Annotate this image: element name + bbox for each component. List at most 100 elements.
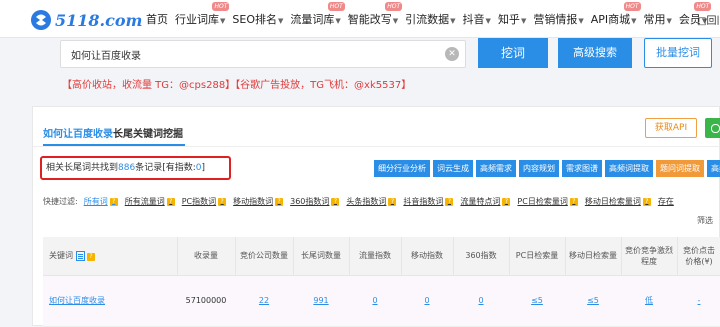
filter-item-1[interactable]: 所有流量词? <box>125 196 175 207</box>
search-input[interactable] <box>61 41 441 67</box>
filter-item-5[interactable]: 头条指数词? <box>346 196 397 207</box>
column-header-2[interactable]: 竞价公司数量 <box>235 237 294 276</box>
cell-value[interactable]: 22 <box>259 296 269 305</box>
column-header-10[interactable]: 竞价点击价格(¥) <box>677 237 720 276</box>
help-icon[interactable]: ? <box>218 197 227 206</box>
action-button-7[interactable]: 高频 <box>707 160 720 177</box>
nav-item-6[interactable]: 抖音▼ <box>463 11 491 27</box>
filter-item-7[interactable]: 流量特点词? <box>460 196 511 207</box>
filter-item-label: 抖音指数词 <box>403 197 444 206</box>
filter-item-9[interactable]: 移动日检索量词? <box>585 196 651 207</box>
column-header-9[interactable]: 竞价竞争激烈程度 <box>621 237 678 276</box>
cell-value[interactable]: 0 <box>372 296 377 305</box>
cell-competition[interactable]: 低 <box>621 275 677 327</box>
action-button-0[interactable]: 细分行业分析 <box>374 160 430 177</box>
cell-traffic-index[interactable]: 0 <box>349 275 401 327</box>
clear-icon[interactable]: ✕ <box>445 47 459 61</box>
cell-value[interactable]: ≤5 <box>587 296 599 305</box>
cell-mobile-daily[interactable]: ≤5 <box>565 275 621 327</box>
filter-item-0[interactable]: 所有词? <box>84 196 118 207</box>
help-icon[interactable]: ? <box>502 197 511 206</box>
panel-title[interactable]: 如何让百度收录长尾关键词挖掘 <box>43 125 183 140</box>
action-button-2[interactable]: 高频需求 <box>476 160 516 177</box>
column-header-7[interactable]: PC日检索量 <box>509 237 566 276</box>
list-icon[interactable] <box>76 250 85 261</box>
cell-value[interactable]: 0 <box>424 296 429 305</box>
column-header-4[interactable]: 流量指数 <box>349 237 402 276</box>
wechat-icon[interactable] <box>705 118 720 138</box>
analysis-actions: 细分行业分析词云生成高频需求内容规划需求图谱高频词提取题问词提取高频 <box>374 160 720 177</box>
column-header-8[interactable]: 移动日检索量 <box>565 237 622 276</box>
nav-item-0[interactable]: 首页 <box>146 11 168 27</box>
nav-item-7[interactable]: 知乎▼ <box>498 11 526 27</box>
results-panel: 如何让百度收录长尾关键词挖掘 获取API 相关长尾词共找到886条记录[有指数:… <box>32 106 720 327</box>
cell-value[interactable]: 低 <box>645 296 653 305</box>
cell-index-360[interactable]: 0 <box>453 275 509 327</box>
action-button-1[interactable]: 词云生成 <box>433 160 473 177</box>
action-button-3[interactable]: 内容规划 <box>519 160 559 177</box>
column-header-label: 360指数 <box>465 251 497 261</box>
filter-item-8[interactable]: PC日检索量词? <box>517 196 578 207</box>
filter-label: 快捷过滤: <box>43 197 78 206</box>
filter-item-6[interactable]: 抖音指数词? <box>403 196 454 207</box>
cell-value[interactable]: 如何让百度收录 <box>49 296 105 305</box>
panel-title-suffix: 长尾关键词挖掘 <box>113 129 183 140</box>
column-header-label: 长尾词数量 <box>301 251 341 261</box>
chevron-down-icon: ▼ <box>450 17 456 25</box>
column-header-3[interactable]: 长尾词数量 <box>293 237 350 276</box>
help-icon[interactable]: ? <box>166 197 175 206</box>
dig-button[interactable]: 挖词 <box>478 38 548 68</box>
nav-item-4[interactable]: 智能改写▼ HOT <box>347 2 403 27</box>
column-header-5[interactable]: 移动指数 <box>401 237 454 276</box>
nav-item-5[interactable]: 引流数据▼ <box>405 11 455 27</box>
cell-longtail[interactable]: 991 <box>293 275 349 327</box>
ad-banner[interactable]: 【高价收站，收流量 TG：@cps288】【谷歌广告投放，TG飞机：@xk553… <box>62 76 411 91</box>
nav-item-label: 知乎 <box>497 13 520 26</box>
nav-item-8[interactable]: 营销情报▼ <box>533 11 583 27</box>
column-header-1[interactable]: 收录量 <box>177 237 236 276</box>
filter-item-2[interactable]: PC指数词? <box>182 196 227 207</box>
nav-item-2[interactable]: SEO排名▼ <box>232 11 283 27</box>
cell-pc-daily[interactable]: ≤5 <box>509 275 565 327</box>
cell-keyword[interactable]: 如何让百度收录 <box>43 275 177 327</box>
action-button-6[interactable]: 题问词提取 <box>656 160 704 177</box>
logo-icon <box>31 10 51 30</box>
filter-item-10[interactable]: 存在 <box>658 196 674 207</box>
help-icon[interactable]: ? <box>445 197 454 206</box>
help-icon[interactable]: ? <box>331 197 340 206</box>
action-button-5[interactable]: 高频词提取 <box>605 160 653 177</box>
filter-item-4[interactable]: 360指数词? <box>290 196 340 207</box>
cell-value[interactable]: ≤5 <box>531 296 543 305</box>
cell-click-price[interactable]: - <box>677 275 720 327</box>
column-header-0[interactable]: 关键词? <box>43 237 178 276</box>
cell-value[interactable]: - <box>698 296 701 305</box>
help-icon[interactable]: ? <box>109 197 118 206</box>
cell-bid-companies[interactable]: 22 <box>235 275 293 327</box>
help-icon[interactable]: ? <box>388 197 397 206</box>
help-icon[interactable]: ? <box>569 197 578 206</box>
old-version-link[interactable]: □回旧 <box>697 12 720 27</box>
advanced-search-button[interactable]: 高级搜索 <box>558 38 632 68</box>
cell-mobile-index[interactable]: 0 <box>401 275 453 327</box>
filter-more-link[interactable]: 筛选 <box>697 215 713 226</box>
nav-item-label: 常用 <box>643 13 666 26</box>
help-icon[interactable]: ? <box>87 253 95 262</box>
action-button-4[interactable]: 需求图谱 <box>562 160 602 177</box>
nav-item-1[interactable]: 行业词库▼ HOT <box>175 2 230 27</box>
nav-item-label: 智能改写 <box>347 13 392 26</box>
column-header-6[interactable]: 360指数 <box>453 237 510 276</box>
nav-item-9[interactable]: API商城▼ HOT <box>591 2 641 27</box>
help-icon[interactable]: ? <box>275 197 284 206</box>
cell-value[interactable]: 0 <box>478 296 483 305</box>
filter-item-3[interactable]: 移动指数词? <box>233 196 284 207</box>
help-icon[interactable]: ? <box>642 197 651 206</box>
chevron-down-icon: ▼ <box>392 17 399 25</box>
cell-value[interactable]: 991 <box>313 296 328 305</box>
nav-item-3[interactable]: 流量词库▼ HOT <box>290 2 345 27</box>
batch-dig-button[interactable]: 批量挖词 <box>644 38 712 68</box>
nav-item-10[interactable]: 常用▼ <box>644 11 672 27</box>
site-logo[interactable]: 5118.com <box>30 8 142 32</box>
nav-item-label: 首页 <box>146 13 168 26</box>
keyword-table: 关键词? 收录量 竞价公司数量 长尾词数量 流量指数 移动指数 360指数 PC日检索量 移动日… <box>43 237 720 327</box>
get-api-button[interactable]: 获取API <box>645 118 697 138</box>
